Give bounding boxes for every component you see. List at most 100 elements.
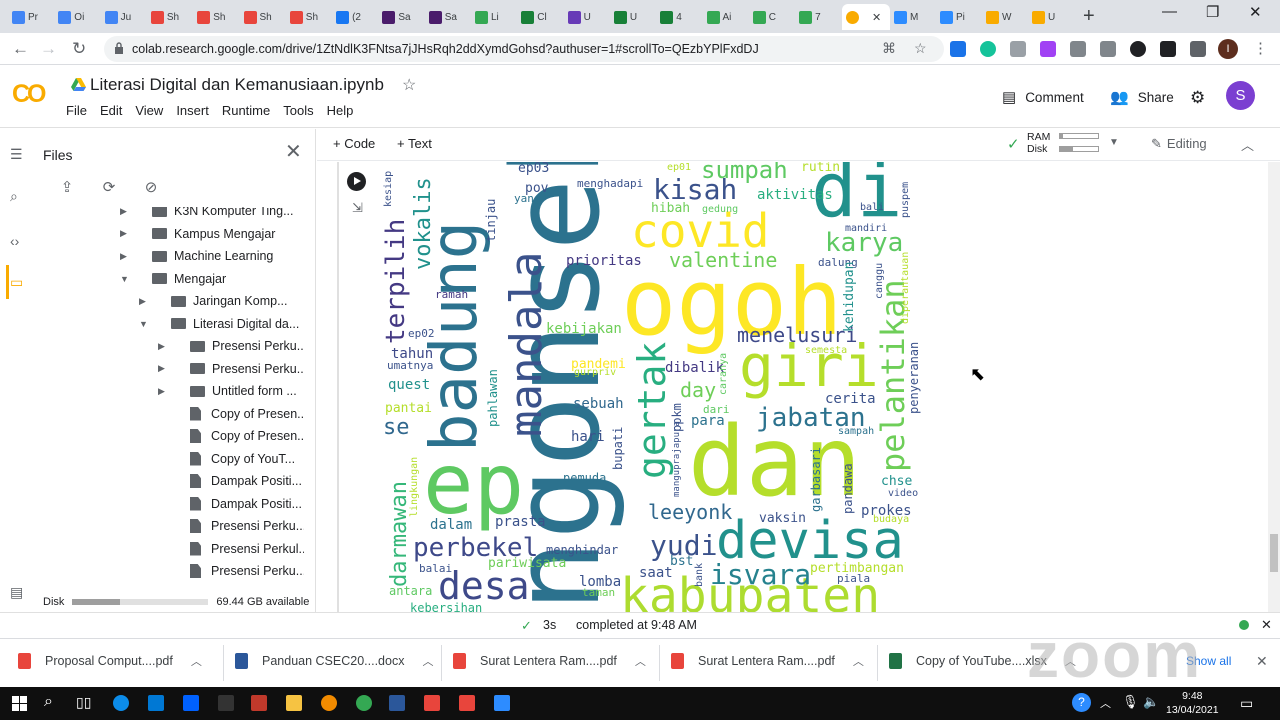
terminal-icon[interactable]: ▤	[10, 584, 23, 601]
browser-tab[interactable]: W	[982, 4, 1024, 30]
pdf-app-icon[interactable]	[424, 695, 440, 711]
notebook-scrollbar[interactable]	[1268, 162, 1280, 612]
back-arrow-icon[interactable]: ←	[12, 39, 29, 59]
tree-file-row[interactable]: Dampak Positi...	[158, 493, 302, 515]
table-of-contents-icon[interactable]: ☰	[10, 146, 23, 163]
pdf-reader-app-icon[interactable]	[459, 695, 475, 711]
tree-file-row[interactable]: Copy of YouT...	[158, 448, 295, 470]
chevron-right-icon[interactable]: ▶	[158, 341, 170, 352]
editing-mode-button[interactable]: ✎ Editing	[1151, 136, 1207, 152]
translate-icon[interactable]: ⌘	[882, 40, 896, 57]
dropbox-app-icon[interactable]	[183, 695, 199, 711]
star-notebook-icon[interactable]: ☆	[402, 75, 416, 95]
browser-tab[interactable]: 4	[656, 4, 698, 30]
browser-tab[interactable]: Sh	[147, 4, 189, 30]
download-item[interactable]: Proposal Comput....pdf ︿	[18, 653, 202, 669]
tree-file-row[interactable]: Presensi Perku...	[158, 560, 304, 582]
active-tab-close-icon[interactable]: ✕	[872, 11, 881, 24]
collapse-header-icon[interactable]: ︿	[1241, 135, 1254, 154]
download-item[interactable]: Surat Lentera Ram....pdf ︿	[671, 653, 864, 669]
pen-extension-icon[interactable]	[1040, 41, 1056, 57]
menu-runtime[interactable]: Runtime	[222, 103, 270, 118]
menu-view[interactable]: View	[135, 103, 163, 118]
browser-tab[interactable]: Pi	[936, 4, 978, 30]
chevron-right-icon[interactable]: ▶	[120, 251, 132, 262]
user-avatar[interactable]: S	[1226, 81, 1255, 110]
add-text-button[interactable]: + Text	[397, 136, 432, 151]
search-icon[interactable]: ⌕	[10, 188, 18, 205]
edge-app-icon[interactable]	[113, 695, 129, 711]
word-app-icon[interactable]	[389, 695, 405, 711]
windows-start-icon[interactable]	[12, 696, 27, 711]
volume-icon[interactable]: 🔈	[1143, 694, 1159, 710]
close-downloads-icon[interactable]: ✕	[1256, 653, 1268, 670]
tree-folder-row[interactable]: ▶ Presensi Perku...	[158, 358, 304, 380]
profile-avatar[interactable]: I	[1218, 39, 1238, 59]
notification-icon[interactable]: ▭	[1240, 695, 1253, 712]
store-app-icon[interactable]	[148, 695, 164, 711]
browser-tab[interactable]: M	[890, 4, 932, 30]
add-code-button[interactable]: + Code	[333, 136, 375, 151]
task-view-icon[interactable]: ▯▯	[76, 694, 91, 711]
tree-file-row[interactable]: Presensi Perku...	[158, 515, 304, 537]
chevron-right-icon[interactable]: ▶	[120, 228, 132, 239]
tree-folder-row[interactable]: ▶ Untitled form ...	[158, 380, 297, 402]
tree-folder-row[interactable]: ▶ K3N Komputer Ting...	[120, 207, 294, 222]
browser-tab[interactable]: Oi	[54, 4, 96, 30]
tree-folder-row[interactable]: ▼ Literasi Digital da...	[139, 313, 299, 335]
notebook-title[interactable]: Literasi Digital dan Kemanusiaan.ipynb	[90, 75, 384, 95]
active-tab[interactable]: ✕	[842, 4, 890, 30]
grid-app-icon[interactable]	[251, 695, 267, 711]
folder-icon[interactable]: ▭	[10, 274, 23, 291]
tree-folder-row[interactable]: ▶ Presensi Perku...	[158, 335, 304, 357]
menu-file[interactable]: File	[66, 103, 87, 118]
chevron-right-icon[interactable]: ▶	[158, 386, 170, 397]
puzzle-extensions-icon[interactable]	[1190, 41, 1206, 57]
comment-button[interactable]: ▤ Comment	[1002, 88, 1084, 106]
settings-gear-icon[interactable]: ⚙	[1190, 88, 1205, 108]
tree-folder-row[interactable]: ▶ Machine Learning	[120, 245, 273, 267]
url-text[interactable]: colab.research.google.com/drive/1ZtNdlK3…	[132, 42, 759, 56]
tree-folder-row[interactable]: ▼ Mengajar	[120, 268, 226, 290]
maximize-button[interactable]: ❐	[1206, 3, 1219, 21]
browser-tab[interactable]: Pr	[8, 4, 50, 30]
browser-tab[interactable]: Sa	[378, 4, 420, 30]
tree-folder-row[interactable]: ▶ Kampus Mengajar	[120, 223, 275, 245]
browser-tab[interactable]: Cl	[517, 4, 559, 30]
vpn-app-icon[interactable]	[321, 695, 337, 711]
browser-tab[interactable]: C	[749, 4, 791, 30]
new-tab-button[interactable]: +	[1083, 5, 1095, 28]
tree-folder-row[interactable]: ▶ Jaringan Komp...	[139, 290, 288, 312]
mic-icon[interactable]: 🎙	[1122, 694, 1139, 710]
tree-file-row[interactable]: Presensi Perkul...	[158, 538, 304, 560]
taskbar-search-icon[interactable]: ⌕	[44, 693, 53, 711]
notebook-scroll-thumb[interactable]	[1270, 534, 1278, 572]
browser-tab[interactable]: Li	[471, 4, 513, 30]
unmount-drive-icon[interactable]: ⊘	[140, 178, 162, 198]
winamp-app-icon[interactable]	[218, 695, 234, 711]
download-chevron-icon[interactable]: ︿	[191, 653, 202, 669]
download-item[interactable]: Panduan CSEC20....docx ︿	[235, 653, 433, 669]
menu-help[interactable]: Help	[327, 103, 354, 118]
chevron-right-icon[interactable]: ▶	[158, 363, 170, 374]
close-panel-icon[interactable]: ✕	[285, 139, 302, 164]
tree-file-row[interactable]: Copy of Presen...	[158, 425, 304, 447]
browser-tab[interactable]: Ju	[101, 4, 143, 30]
browser-tab[interactable]: U	[1028, 4, 1070, 30]
file-explorer-app-icon[interactable]	[286, 695, 302, 711]
shield-extension-icon[interactable]	[1010, 41, 1026, 57]
browser-menu-icon[interactable]: ⋮	[1253, 39, 1268, 57]
browser-tab[interactable]: U	[564, 4, 606, 30]
browser-tab[interactable]: Ai	[703, 4, 745, 30]
forward-arrow-icon[interactable]: →	[40, 39, 57, 59]
share-button[interactable]: 👥 Share	[1110, 88, 1174, 106]
camera-extension-icon[interactable]	[1070, 41, 1086, 57]
tray-chevron-icon[interactable]: ︿	[1100, 695, 1111, 711]
url-omnibox[interactable]: colab.research.google.com/drive/1ZtNdlK3…	[104, 36, 944, 62]
menu-tools[interactable]: Tools	[283, 103, 313, 118]
bookmark-star-icon[interactable]: ☆	[914, 40, 927, 57]
tree-file-row[interactable]: Copy of Presen...	[158, 403, 304, 425]
refresh-folder-icon[interactable]: ⟳	[98, 178, 120, 198]
close-window-button[interactable]: ✕	[1249, 3, 1262, 21]
run-cell-button[interactable]	[347, 172, 366, 191]
